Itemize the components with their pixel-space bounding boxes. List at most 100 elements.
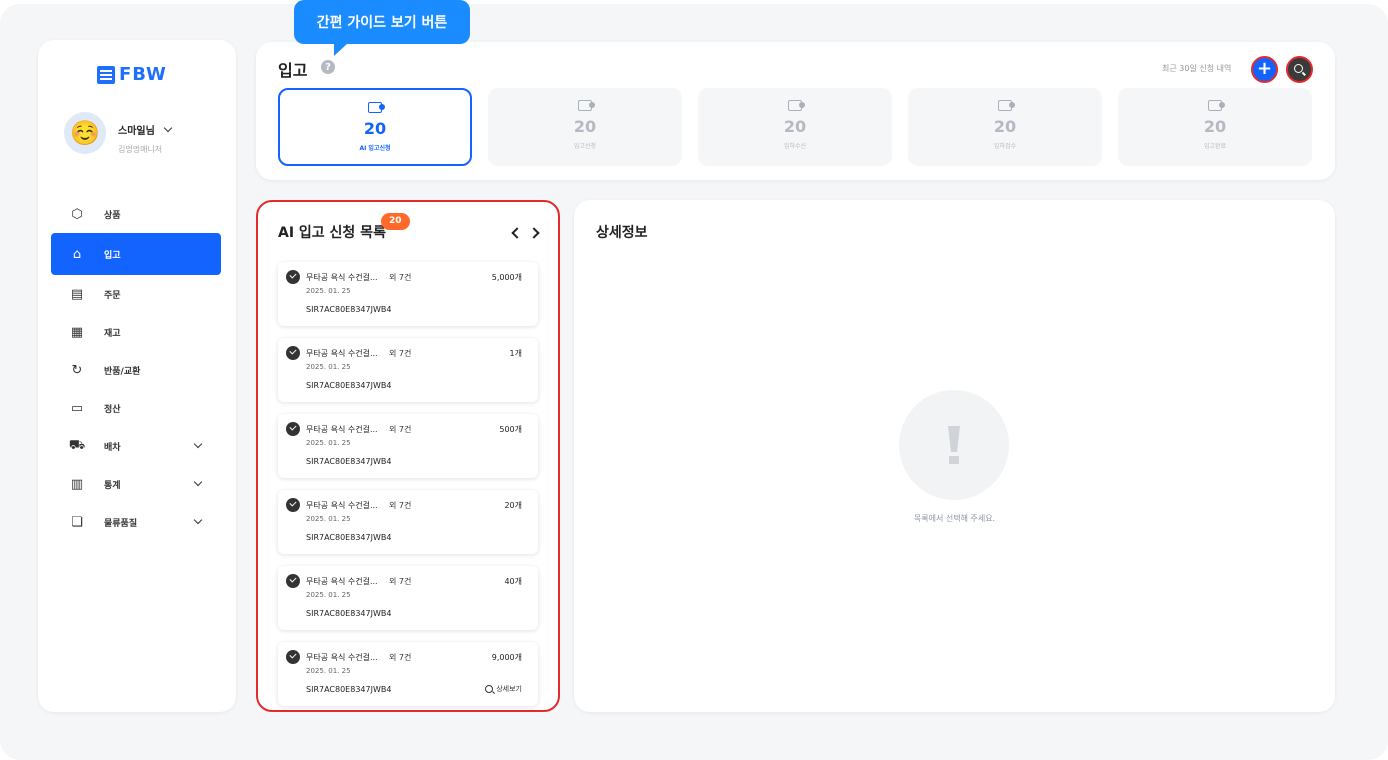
item-quantity: 1개 — [509, 349, 522, 358]
profile-role: 김멍멍매니저 — [118, 145, 163, 154]
list-item[interactable]: 무타공 욕식 수건걸... 외 7건 1개 2025. 01. 25 SIR7AC80E… — [278, 338, 538, 402]
stat-card-3[interactable]: 20 입하검수 — [908, 88, 1102, 166]
inventory-icon: ▦ — [70, 324, 84, 340]
ai-inbound-list-panel: AI 입고 신청 목록 20 무타공 욕식 수건걸... 외 7건 5,000개 20… — [256, 200, 560, 712]
package-icon — [1208, 100, 1225, 111]
item-code: SIR7AC80E8347JWB4 — [306, 533, 392, 542]
box-icon: ⬡ — [71, 206, 83, 222]
sidebar: FBW ☺️ 스마일님 김멍멍매니저 ⬡ 상품 ⌂ 입고 ▤ 주문 ▦ 재고 ↻ 반품/교환 ▭ 정산… — [38, 40, 236, 712]
search-icon — [485, 685, 494, 693]
chevron-down-icon[interactable] — [193, 515, 203, 525]
sidebar-item-8[interactable]: ❏ 물류품질 — [51, 503, 221, 541]
item-extra-count: 외 7건 — [389, 501, 412, 510]
stat-label: 입고완료 — [1203, 143, 1227, 150]
stat-card-1[interactable]: 20 입고신청 — [488, 88, 682, 166]
inbound-summary-card: 입고 ? 최근 30일 신청 내역 + 20 AI 입고신청 20 입고신청 20 입하수… — [256, 42, 1335, 180]
item-code: SIR7AC80E8347JWB4 — [306, 609, 392, 618]
guide-tooltip: 간편 가이드 보기 버튼 — [294, 0, 470, 56]
package-icon — [788, 100, 805, 111]
item-code: SIR7AC80E8347JWB4 — [306, 685, 392, 694]
add-button[interactable]: + — [1251, 56, 1278, 83]
stat-value: 20 — [573, 117, 597, 136]
list-item[interactable]: 무타공 욕식 수건걸... 외 7건 5,000개 2025. 01. 25 SIR7A… — [278, 262, 538, 326]
item-name: 무타공 욕식 수건걸... — [306, 349, 378, 358]
item-name: 무타공 욕식 수건걸... — [306, 653, 378, 662]
stat-label: 입하검수 — [993, 143, 1017, 150]
item-quantity: 20개 — [504, 501, 522, 510]
list-item[interactable]: 무타공 욕식 수건걸... 외 7건 9,000개 2025. 01. 25 SIR7A… — [278, 642, 538, 706]
sidebar-item-label: 입고 — [104, 250, 121, 261]
check-icon — [286, 498, 300, 512]
stat-value: 20 — [993, 117, 1017, 136]
item-quantity: 500개 — [499, 425, 522, 434]
chart-icon: ▥ — [70, 476, 84, 492]
card-icon: ▭ — [70, 400, 84, 416]
sidebar-item-label: 통계 — [104, 480, 121, 491]
sidebar-item-6[interactable]: ⛟ 배차 — [51, 427, 221, 465]
stat-value: 20 — [1203, 117, 1227, 136]
avatar: ☺️ — [64, 112, 106, 154]
car-icon: ⛟ — [68, 437, 86, 453]
stat-label: 입고신청 — [573, 143, 597, 150]
stat-card-0[interactable]: 20 AI 입고신청 — [278, 88, 472, 166]
item-quantity: 40개 — [504, 577, 522, 586]
item-code: SIR7AC80E8347JWB4 — [306, 381, 392, 390]
profile[interactable]: ☺️ 스마일님 김멍멍매니저 — [64, 112, 173, 155]
item-name: 무타공 욕식 수건걸... — [306, 501, 378, 510]
detail-view-label: 상세보기 — [496, 685, 522, 693]
item-extra-count: 외 7건 — [389, 577, 412, 586]
sidebar-item-4[interactable]: ↻ 반품/교환 — [51, 351, 221, 389]
warehouse-icon: ⌂ — [72, 246, 82, 262]
sidebar-item-7[interactable]: ▥ 통계 — [51, 465, 221, 503]
item-extra-count: 외 7건 — [389, 273, 412, 282]
item-extra-count: 외 7건 — [389, 425, 412, 434]
check-icon — [286, 270, 300, 284]
list-title: AI 입고 신청 목록 — [278, 225, 386, 241]
list-item[interactable]: 무타공 욕식 수건걸... 외 7건 500개 2025. 01. 25 SIR7AC8… — [278, 414, 538, 478]
stat-label: AI 입고신청 — [359, 145, 391, 152]
chevron-down-icon[interactable] — [193, 439, 203, 449]
detail-view-link[interactable]: 상세보기 — [485, 684, 522, 694]
search-button[interactable] — [1286, 56, 1313, 83]
page-title: 입고 — [278, 61, 308, 80]
item-name: 무타공 욕식 수건걸... — [306, 425, 378, 434]
exclamation-icon — [948, 426, 960, 452]
detail-title: 상세정보 — [596, 225, 648, 241]
sidebar-item-2[interactable]: ▤ 주문 — [51, 275, 221, 313]
check-icon — [286, 422, 300, 436]
stat-card-4[interactable]: 20 입고완료 — [1118, 88, 1312, 166]
sidebar-item-0[interactable]: ⬡ 상품 — [51, 195, 221, 233]
sidebar-item-label: 정산 — [104, 404, 121, 415]
item-extra-count: 외 7건 — [389, 349, 412, 358]
next-arrow-icon[interactable] — [528, 227, 540, 239]
list-item[interactable]: 무타공 욕식 수건걸... 외 7건 20개 2025. 01. 25 SIR7AC80… — [278, 490, 538, 554]
item-name: 무타공 욕식 수건걸... — [306, 273, 378, 282]
detail-panel: 상세정보 목록에서 선택해 주세요. — [574, 200, 1335, 712]
chevron-down-icon[interactable] — [193, 477, 203, 487]
item-quantity: 9,000개 — [491, 653, 522, 662]
stat-label: 입하수신 — [783, 143, 807, 150]
recent-requests-link[interactable]: 최근 30일 신청 내역 — [1162, 63, 1231, 74]
package-icon — [368, 102, 385, 113]
sidebar-item-1[interactable]: ⌂ 입고 — [51, 233, 221, 275]
check-icon — [286, 346, 300, 360]
return-icon: ↻ — [71, 362, 83, 378]
chevron-down-icon[interactable] — [163, 123, 173, 133]
help-icon[interactable]: ? — [321, 60, 335, 74]
sidebar-nav: ⬡ 상품 ⌂ 입고 ▤ 주문 ▦ 재고 ↻ 반품/교환 ▭ 정산 ⛟ 배차 ▥ 통계 ❏ 물류품질 — [51, 195, 221, 541]
prev-arrow-icon[interactable] — [511, 227, 523, 239]
stat-value: 20 — [783, 117, 807, 136]
stat-card-2[interactable]: 20 입하수신 — [698, 88, 892, 166]
check-icon — [286, 650, 300, 664]
profile-name: 스마일님 — [118, 126, 155, 137]
sidebar-item-label: 물류품질 — [104, 518, 138, 529]
item-date: 2025. 01. 25 — [306, 515, 351, 523]
list-item[interactable]: 무타공 욕식 수건걸... 외 7건 40개 2025. 01. 25 SIR7AC80… — [278, 566, 538, 630]
empty-state-text: 목록에서 선택해 주세요. — [913, 514, 996, 523]
sidebar-item-5[interactable]: ▭ 정산 — [51, 389, 221, 427]
sidebar-item-3[interactable]: ▦ 재고 — [51, 313, 221, 351]
search-icon — [1294, 64, 1303, 73]
sidebar-item-label: 반품/교환 — [104, 366, 141, 377]
logo[interactable]: FBW — [97, 64, 167, 85]
item-date: 2025. 01. 25 — [306, 363, 351, 371]
